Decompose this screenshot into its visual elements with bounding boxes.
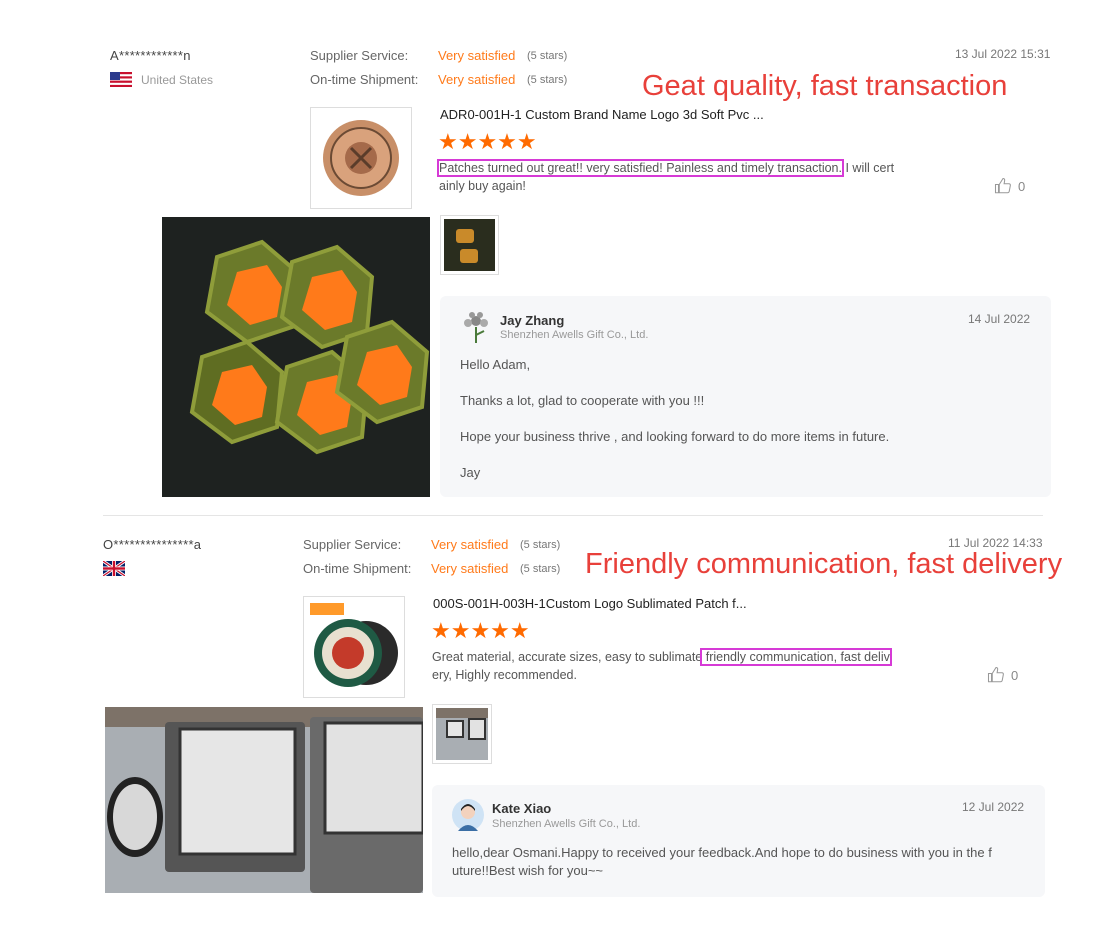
product-thumbnail[interactable]	[310, 107, 412, 209]
ontime-shipment-label: On-time Shipment:	[303, 561, 412, 576]
review-divider	[103, 515, 1043, 516]
buyer-name: A************n	[110, 48, 191, 63]
supplier-service-stars: (5 stars)	[520, 539, 561, 551]
ontime-shipment-value: Very satisfied	[431, 561, 509, 576]
ontime-shipment-stars: (5 stars)	[527, 74, 568, 86]
reply-company: Shenzhen Awells Gift Co., Ltd.	[500, 329, 649, 341]
reply-line: Hello Adam,	[460, 357, 531, 372]
hexagon-patches-image	[162, 217, 430, 497]
supplier-service-label: Supplier Service:	[303, 537, 402, 552]
annotation-text: Friendly communication, fast delivery	[585, 548, 1063, 580]
reply-line: Jay	[460, 465, 481, 480]
review-photo-thumbnail[interactable]	[440, 215, 499, 275]
country-name: United States	[141, 72, 214, 87]
supplier-avatar	[452, 799, 484, 831]
like-count: 0	[1011, 667, 1019, 683]
uk-flag-icon	[103, 561, 125, 576]
like-button[interactable]: 0	[994, 177, 1025, 195]
thumbs-up-icon	[987, 666, 1004, 683]
stacked-blank-patches-image	[105, 707, 423, 893]
review-photo-large[interactable]	[105, 707, 423, 893]
buyer-country: United States	[110, 72, 213, 87]
product-rating-stars: ★★★★★	[438, 129, 537, 154]
product-title[interactable]: ADR0-001H-1 Custom Brand Name Logo 3d So…	[440, 107, 764, 122]
ontime-shipment-label: On-time Shipment:	[310, 72, 419, 87]
supplier-reply: Jay Zhang Shenzhen Awells Gift Co., Ltd.…	[440, 296, 1051, 497]
thumbs-up-icon	[994, 177, 1011, 194]
supplier-service-label: Supplier Service:	[310, 48, 409, 63]
reply-date: 14 Jul 2022	[968, 312, 1031, 326]
product-title[interactable]: 000S-001H-003H-1Custom Logo Sublimated P…	[433, 596, 747, 611]
reply-line: Thanks a lot, glad to cooperate with you…	[460, 393, 705, 408]
ontime-shipment-stars: (5 stars)	[520, 563, 561, 575]
product-rating-stars: ★★★★★	[431, 618, 530, 643]
reply-line: uture!!Best wish for you~~	[452, 863, 604, 878]
ontime-shipment-value: Very satisfied	[438, 72, 516, 87]
round-patch-image	[323, 120, 399, 196]
like-count: 0	[1018, 178, 1026, 194]
supplier-reply: Kate Xiao Shenzhen Awells Gift Co., Ltd.…	[432, 785, 1045, 897]
reply-author-name: Jay Zhang	[500, 313, 565, 328]
reply-date: 12 Jul 2022	[962, 800, 1025, 814]
supplier-service-value: Very satisfied	[431, 537, 509, 552]
supplier-service-stars: (5 stars)	[527, 50, 568, 62]
review-highlight: Patches turned out great!! very satisfie…	[437, 159, 844, 177]
review-text: Great material, accurate sizes, easy to …	[432, 648, 892, 682]
review-text: Patches turned out great!! very satisfie…	[437, 159, 895, 193]
reply-line: Hope your business thrive , and looking …	[460, 429, 890, 444]
sublimated-patch-image	[310, 603, 398, 687]
supplier-avatar	[464, 312, 488, 343]
reply-company: Shenzhen Awells Gift Co., Ltd.	[492, 818, 641, 830]
review-date: 13 Jul 2022 15:31	[955, 47, 1051, 61]
reply-author-name: Kate Xiao	[492, 801, 552, 816]
thumbnail-image	[444, 219, 495, 271]
review-highlight: friendly communication, fast deliv	[700, 648, 892, 666]
thumbnail-image	[436, 708, 488, 760]
review-photo-large[interactable]	[162, 217, 430, 497]
us-flag-icon	[110, 72, 132, 87]
product-thumbnail[interactable]	[303, 596, 405, 698]
supplier-service-value: Very satisfied	[438, 48, 516, 63]
reply-line: hello,dear Osmani.Happy to received your…	[452, 845, 992, 860]
like-button[interactable]: 0	[987, 666, 1018, 684]
annotation-text: Geat quality, fast transaction	[642, 70, 1008, 102]
buyer-name: O***************a	[103, 537, 202, 552]
review-photo-thumbnail[interactable]	[432, 704, 492, 764]
